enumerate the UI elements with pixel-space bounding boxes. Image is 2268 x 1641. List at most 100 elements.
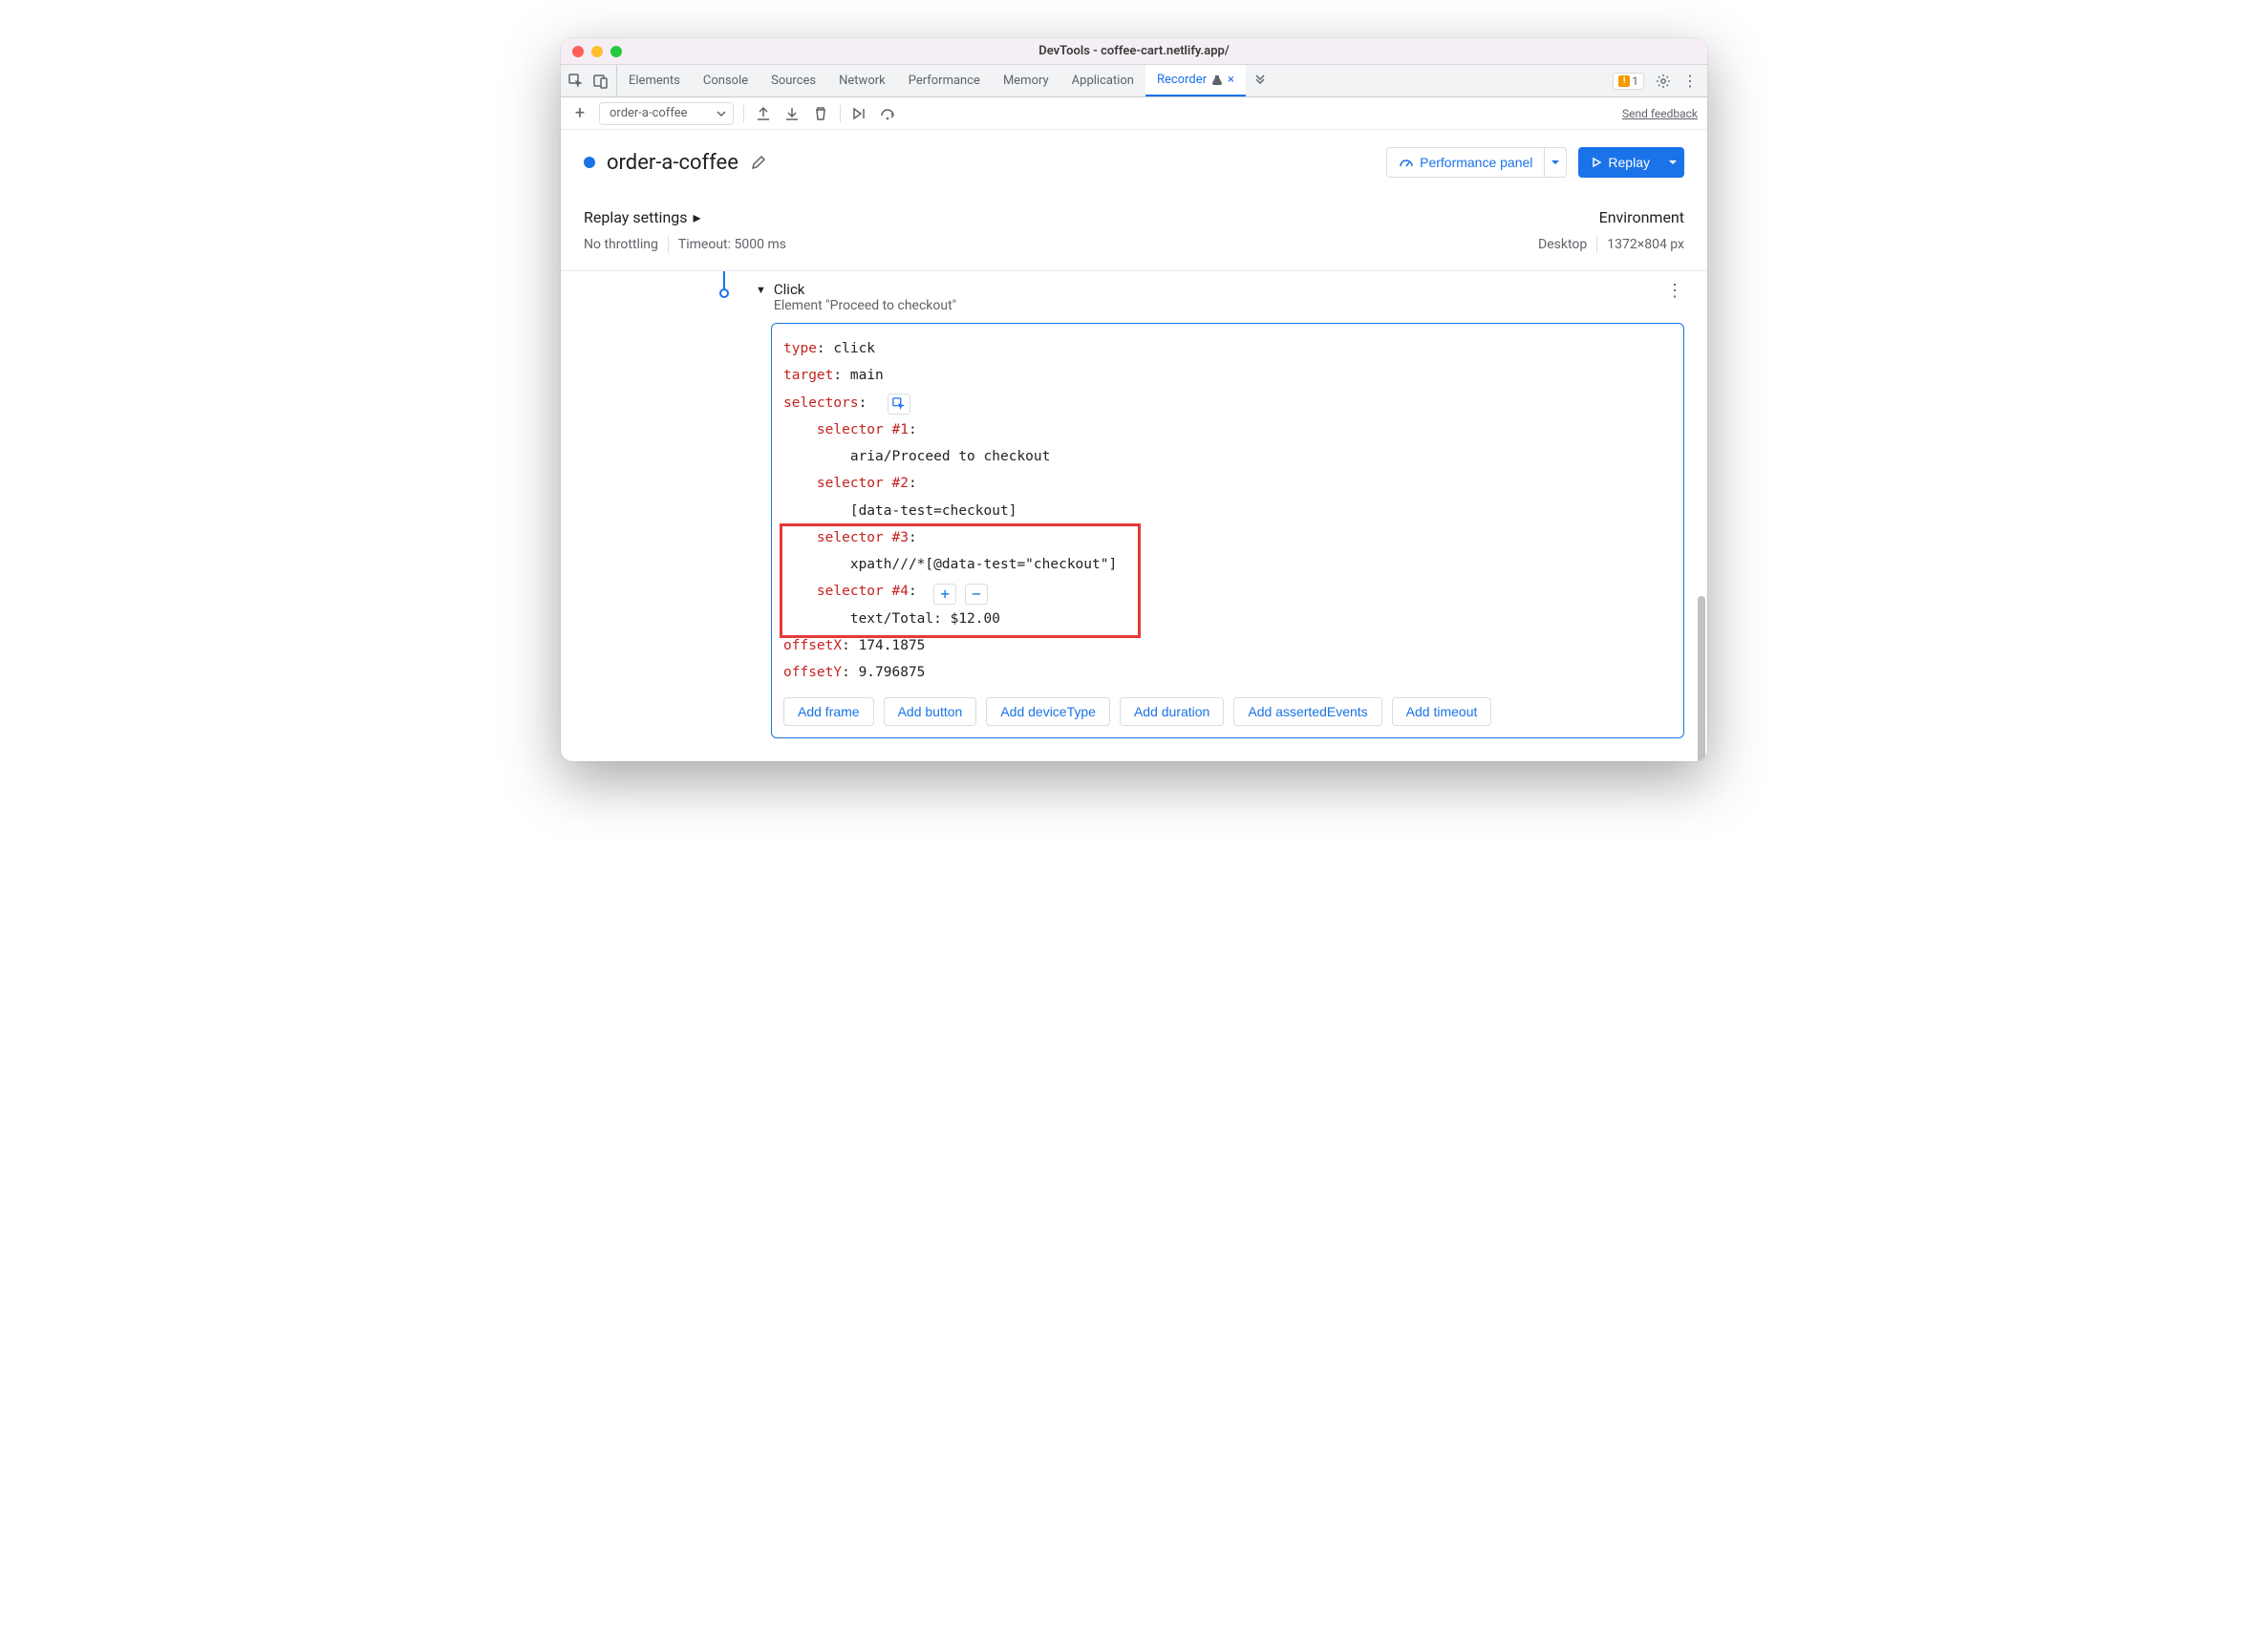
titlebar: DevTools - coffee-cart.netlify.app/ bbox=[561, 38, 1707, 65]
delete-icon[interactable] bbox=[811, 104, 830, 123]
tabs: Elements Console Sources Network Perform… bbox=[617, 65, 1274, 96]
add-assertedevents-button[interactable]: Add assertedEvents bbox=[1233, 697, 1381, 726]
recording-header: order-a-coffee Performance panel Replay bbox=[561, 130, 1707, 195]
add-selector-button[interactable]: + bbox=[933, 584, 956, 605]
recording-select[interactable]: order-a-coffee bbox=[599, 102, 734, 125]
timeline-dot bbox=[719, 288, 729, 298]
chevron-right-icon: ▸ bbox=[694, 208, 701, 226]
tab-elements[interactable]: Elements bbox=[617, 65, 692, 96]
tab-performance[interactable]: Performance bbox=[897, 65, 992, 96]
header-actions: Performance panel Replay bbox=[1386, 147, 1684, 178]
step-area: ▼ Click Element "Proceed to checkout" ⋮ … bbox=[561, 271, 1707, 761]
flask-icon bbox=[1211, 75, 1223, 86]
replay-button[interactable]: Replay bbox=[1578, 147, 1662, 178]
window-title: DevTools - coffee-cart.netlify.app/ bbox=[561, 44, 1707, 58]
add-timeout-button[interactable]: Add timeout bbox=[1392, 697, 1492, 726]
send-feedback-link[interactable]: Send feedback bbox=[1622, 107, 1698, 120]
replay-settings-title[interactable]: Replay settings ▸ bbox=[584, 208, 786, 226]
devtools-window: DevTools - coffee-cart.netlify.app/ Elem… bbox=[561, 38, 1707, 761]
collapse-step-icon[interactable]: ▼ bbox=[756, 284, 766, 296]
gauge-icon bbox=[1399, 155, 1414, 170]
step-title: Click bbox=[774, 281, 956, 298]
step-header: ▼ Click Element "Proceed to checkout" ⋮ bbox=[756, 281, 1684, 313]
sel4-value[interactable]: text/Total: $12.00 bbox=[850, 611, 1000, 627]
tab-more[interactable] bbox=[1246, 65, 1274, 96]
step-over-icon[interactable] bbox=[879, 104, 898, 123]
replay-settings: Replay settings ▸ No throttling Timeout:… bbox=[584, 208, 786, 253]
offsety-value[interactable]: 9.796875 bbox=[859, 665, 926, 680]
vertical-scrollbar[interactable] bbox=[1698, 596, 1705, 761]
divider bbox=[1596, 236, 1597, 253]
remove-selector-button[interactable]: − bbox=[965, 584, 988, 605]
warning-icon: ! bbox=[1618, 75, 1630, 87]
step-card: type: click target: main selectors: sele… bbox=[771, 323, 1684, 738]
add-buttons-row: Add frame Add button Add deviceType Add … bbox=[783, 697, 1672, 726]
settings-bar: Replay settings ▸ No throttling Timeout:… bbox=[561, 195, 1707, 271]
import-icon[interactable] bbox=[782, 104, 802, 123]
recorder-toolbar: + order-a-coffee Send feedback bbox=[561, 97, 1707, 130]
add-frame-button[interactable]: Add frame bbox=[783, 697, 874, 726]
dimensions-value: 1372×804 px bbox=[1607, 237, 1684, 252]
device-toolbar-icon[interactable] bbox=[593, 74, 609, 89]
close-tab-icon[interactable]: × bbox=[1228, 73, 1234, 87]
sel2-value[interactable]: [data-test=checkout] bbox=[850, 503, 1017, 519]
add-button-button[interactable]: Add button bbox=[884, 697, 977, 726]
offsetx-value[interactable]: 174.1875 bbox=[859, 638, 926, 653]
type-label: type bbox=[783, 341, 817, 356]
throttling-value: No throttling bbox=[584, 237, 658, 252]
step-forward-icon[interactable] bbox=[850, 104, 869, 123]
chevron-down-icon bbox=[716, 108, 727, 119]
tabbar-right: ! 1 ⋮ bbox=[1613, 65, 1707, 96]
sel3-value[interactable]: xpath///*[@data-test="checkout"] bbox=[850, 557, 1117, 572]
sel1-value[interactable]: aria/Proceed to checkout bbox=[850, 449, 1051, 464]
divider bbox=[668, 236, 669, 253]
replay-dropdown[interactable] bbox=[1662, 147, 1684, 178]
add-devicetype-button[interactable]: Add deviceType bbox=[986, 697, 1110, 726]
more-menu-icon[interactable]: ⋮ bbox=[1682, 74, 1698, 89]
selector-picker-icon[interactable] bbox=[888, 394, 910, 415]
edit-title-icon[interactable] bbox=[750, 154, 767, 171]
tab-network[interactable]: Network bbox=[827, 65, 897, 96]
replay-button-group: Replay bbox=[1578, 147, 1684, 178]
divider bbox=[840, 105, 841, 122]
timeout-value: Timeout: 5000 ms bbox=[678, 237, 786, 252]
export-icon[interactable] bbox=[754, 104, 773, 123]
environment-title: Environment bbox=[1599, 208, 1684, 226]
issues-badge[interactable]: ! 1 bbox=[1613, 73, 1644, 90]
selectors-label: selectors bbox=[783, 395, 859, 411]
perf-panel-button-group: Performance panel bbox=[1386, 147, 1567, 178]
play-icon bbox=[1591, 157, 1602, 168]
tab-console[interactable]: Console bbox=[692, 65, 760, 96]
step-more-icon[interactable]: ⋮ bbox=[1666, 281, 1684, 301]
recording-title: order-a-coffee bbox=[607, 151, 738, 175]
devtools-tabbar: Elements Console Sources Network Perform… bbox=[561, 65, 1707, 97]
divider bbox=[743, 105, 744, 122]
environment-settings: Environment Desktop 1372×804 px bbox=[1538, 208, 1684, 253]
recording-indicator bbox=[584, 157, 595, 168]
target-value[interactable]: main bbox=[850, 368, 884, 383]
inspect-icon[interactable] bbox=[568, 74, 584, 89]
add-recording-icon[interactable]: + bbox=[570, 104, 589, 123]
offsety-label: offsetY bbox=[783, 665, 842, 680]
target-label: target bbox=[783, 368, 833, 383]
type-value[interactable]: click bbox=[833, 341, 875, 356]
device-value: Desktop bbox=[1538, 237, 1587, 252]
sel4-label: selector #4 bbox=[817, 584, 909, 599]
replay-settings-values: No throttling Timeout: 5000 ms bbox=[584, 236, 786, 253]
tab-recorder[interactable]: Recorder × bbox=[1145, 65, 1246, 96]
perf-panel-dropdown[interactable] bbox=[1545, 147, 1567, 178]
offsetx-label: offsetX bbox=[783, 638, 842, 653]
sel2-label: selector #2 bbox=[817, 476, 909, 491]
tab-memory[interactable]: Memory bbox=[992, 65, 1060, 96]
performance-panel-button[interactable]: Performance panel bbox=[1386, 147, 1545, 178]
tab-sources[interactable]: Sources bbox=[760, 65, 827, 96]
tab-application[interactable]: Application bbox=[1060, 65, 1145, 96]
step-titles: Click Element "Proceed to checkout" bbox=[774, 281, 956, 313]
step-subtitle: Element "Proceed to checkout" bbox=[774, 298, 956, 313]
settings-icon[interactable] bbox=[1656, 74, 1671, 89]
add-duration-button[interactable]: Add duration bbox=[1120, 697, 1224, 726]
environment-values: Desktop 1372×804 px bbox=[1538, 236, 1684, 253]
step-code: type: click target: main selectors: sele… bbox=[783, 335, 1672, 686]
sel1-label: selector #1 bbox=[817, 422, 909, 437]
sel3-label: selector #3 bbox=[817, 530, 909, 545]
